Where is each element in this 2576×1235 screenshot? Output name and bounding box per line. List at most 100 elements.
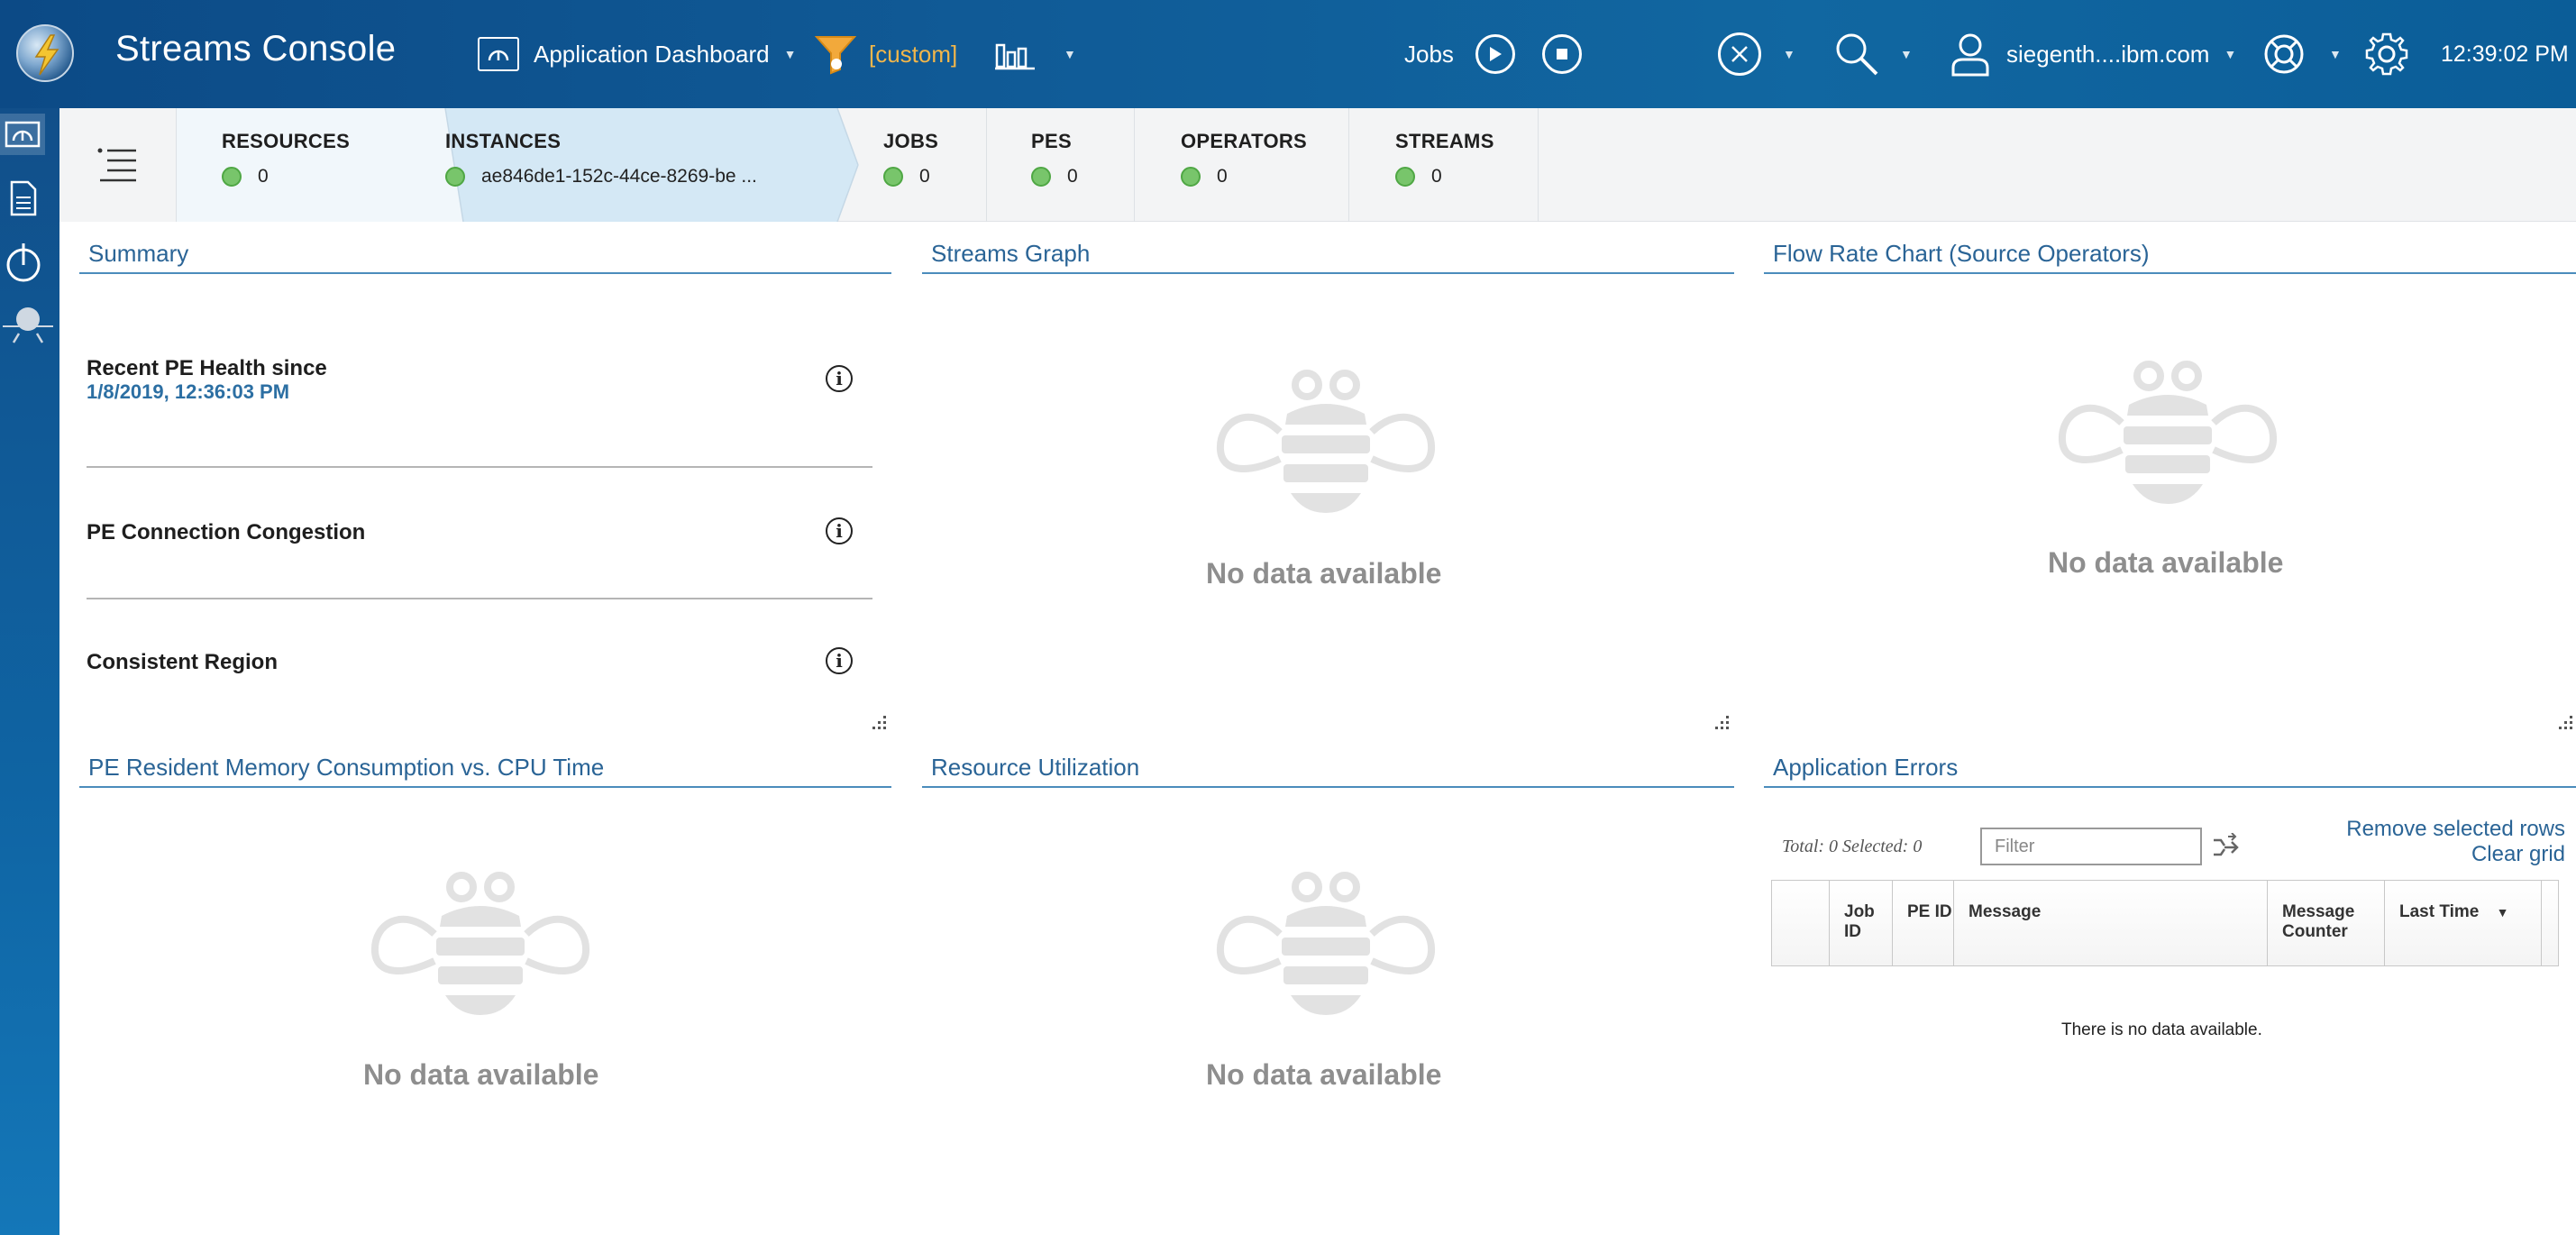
status-ok-icon xyxy=(1181,167,1201,187)
clock: 12:39:02 PM xyxy=(2441,41,2569,67)
bee-placeholder-icon xyxy=(1213,869,1439,1022)
chevron-down-icon: ▼ xyxy=(1900,47,1913,61)
streams-graph-panel: Streams Graph No data available xyxy=(922,236,1734,734)
no-data-message: No data available xyxy=(363,1058,599,1091)
select-all-column[interactable] xyxy=(1772,881,1830,965)
column-header-job-id[interactable]: Job ID xyxy=(1830,881,1893,965)
breadcrumb-resources[interactable]: RESOURCES 0 xyxy=(222,108,350,222)
column-header-pe-id[interactable]: PE ID xyxy=(1893,881,1954,965)
divider xyxy=(1134,108,1135,222)
filter-input[interactable]: Filter xyxy=(1980,828,2202,865)
dashboard-icon xyxy=(478,37,519,71)
breadcrumb-value: 0 xyxy=(919,166,930,187)
column-header-message-counter[interactable]: Message Counter xyxy=(2268,881,2385,965)
no-data-message: No data available xyxy=(1206,1058,1442,1091)
resize-grip-icon[interactable] xyxy=(1712,714,1731,734)
stop-icon[interactable] xyxy=(1541,34,1582,74)
resize-grip-icon[interactable] xyxy=(869,714,889,734)
breadcrumb-label: OPERATORS xyxy=(1181,130,1308,152)
breadcrumb-instances[interactable]: INSTANCES ae846de1-152c-44ce-8269-be ... xyxy=(445,108,757,222)
status-ok-icon xyxy=(222,167,242,187)
play-icon[interactable] xyxy=(1475,34,1515,74)
column-header-last-time[interactable]: Last Time ▼ xyxy=(2385,881,2542,965)
column-header-message[interactable]: Message xyxy=(1954,881,2268,965)
settings-button[interactable] xyxy=(2363,0,2410,108)
info-icon[interactable]: i xyxy=(826,517,853,544)
status-ok-icon xyxy=(445,167,465,187)
breadcrumb-label: PES xyxy=(1031,130,1072,152)
summary-panel: Summary Recent PE Health since 1/8/2019,… xyxy=(79,236,891,734)
panel-title: Application Errors xyxy=(1764,750,2576,788)
cancel-menu[interactable]: ▼ xyxy=(1718,0,1795,108)
info-icon[interactable]: i xyxy=(826,365,853,392)
status-ok-icon xyxy=(883,167,903,187)
no-data-message: No data available xyxy=(2048,546,2284,579)
breadcrumb-label: JOBS xyxy=(883,130,939,152)
breadcrumb-label: RESOURCES xyxy=(222,130,351,152)
panel-title: Summary xyxy=(79,236,891,274)
divider xyxy=(1538,108,1539,222)
gear-icon xyxy=(2363,31,2410,78)
clear-grid-link[interactable]: Clear grid xyxy=(2471,842,2565,867)
recent-pe-health-since: 1/8/2019, 12:36:03 PM xyxy=(87,380,290,403)
flow-rate-panel: Flow Rate Chart (Source Operators) No da… xyxy=(1764,236,2576,734)
recent-pe-health-label: Recent PE Health since xyxy=(87,356,327,380)
hamburger-menu-button[interactable] xyxy=(59,108,177,222)
sort-descending-icon: ▼ xyxy=(2496,905,2509,919)
user-menu[interactable]: siegenth....ibm.com ▼ xyxy=(1950,0,2236,108)
divider xyxy=(986,108,987,222)
user-name: siegenth....ibm.com xyxy=(2006,40,2210,68)
list-menu-icon xyxy=(97,148,136,182)
panel-title: Streams Graph xyxy=(922,236,1734,274)
bee-placeholder-icon xyxy=(2055,358,2280,511)
chevron-down-icon: ▼ xyxy=(1064,47,1076,61)
user-icon xyxy=(1950,32,1990,77)
chart-selector[interactable]: ▼ xyxy=(993,0,1076,108)
consistent-region-label: Consistent Region xyxy=(87,650,279,674)
breadcrumb-value: 0 xyxy=(258,166,269,187)
app-title: Streams Console xyxy=(115,29,397,69)
breadcrumb-label: STREAMS xyxy=(1395,130,1494,152)
breadcrumb-value: 0 xyxy=(1431,166,1442,187)
dashboard-nav-icon[interactable] xyxy=(0,114,45,155)
filter-funnel-icon xyxy=(815,33,856,75)
status-ok-icon xyxy=(1031,167,1051,187)
jobs-label: Jobs xyxy=(1404,40,1454,68)
filter-selector[interactable]: [custom] xyxy=(815,0,957,108)
power-monitor-icon[interactable] xyxy=(0,238,47,285)
panel-title: PE Resident Memory Consumption vs. CPU T… xyxy=(79,750,891,788)
divider xyxy=(1348,108,1349,222)
filter-options-icon[interactable] xyxy=(2212,833,2243,862)
grid-totals: Total: 0 Selected: 0 xyxy=(1782,837,1923,856)
chevron-down-icon: ▼ xyxy=(2329,47,2342,61)
chevron-down-icon: ▼ xyxy=(2224,47,2237,61)
breadcrumb-jobs[interactable]: JOBS 0 xyxy=(883,108,938,222)
breadcrumb-value: 0 xyxy=(1217,166,1228,187)
remove-selected-rows-link[interactable]: Remove selected rows xyxy=(2346,817,2565,842)
panel-title: Flow Rate Chart (Source Operators) xyxy=(1764,236,2576,274)
lifebuoy-help-icon xyxy=(2262,32,2306,76)
close-circle-icon xyxy=(1718,32,1761,76)
breadcrumb-operators[interactable]: OPERATORS 0 xyxy=(1181,108,1307,222)
info-icon[interactable]: i xyxy=(826,647,853,674)
log-document-icon[interactable] xyxy=(0,175,47,222)
help-menu[interactable]: ▼ xyxy=(2262,0,2342,108)
resource-utilization-panel: Resource Utilization No data available xyxy=(922,750,1734,1235)
search-menu[interactable]: ▼ xyxy=(1833,0,1913,108)
breadcrumb-label: INSTANCES xyxy=(445,130,562,152)
streams-graph-nav-icon[interactable] xyxy=(0,299,56,346)
panel-title: Resource Utilization xyxy=(922,750,1734,788)
bar-chart-icon xyxy=(993,38,1037,70)
bee-placeholder-icon xyxy=(368,869,593,1022)
breadcrumb-value: 0 xyxy=(1067,166,1078,187)
search-icon xyxy=(1833,31,1880,78)
resize-grip-icon[interactable] xyxy=(2555,714,2575,734)
breadcrumb-streams[interactable]: STREAMS 0 xyxy=(1395,108,1494,222)
pe-congestion-label: PE Connection Congestion xyxy=(87,520,366,544)
streams-logo-icon[interactable] xyxy=(16,24,74,82)
dashboard-selector[interactable]: Application Dashboard ▼ xyxy=(478,0,796,108)
breadcrumb-pes[interactable]: PES 0 xyxy=(1031,108,1078,222)
status-ok-icon xyxy=(1395,167,1415,187)
chevron-down-icon: ▼ xyxy=(783,47,797,61)
divider xyxy=(87,598,872,599)
